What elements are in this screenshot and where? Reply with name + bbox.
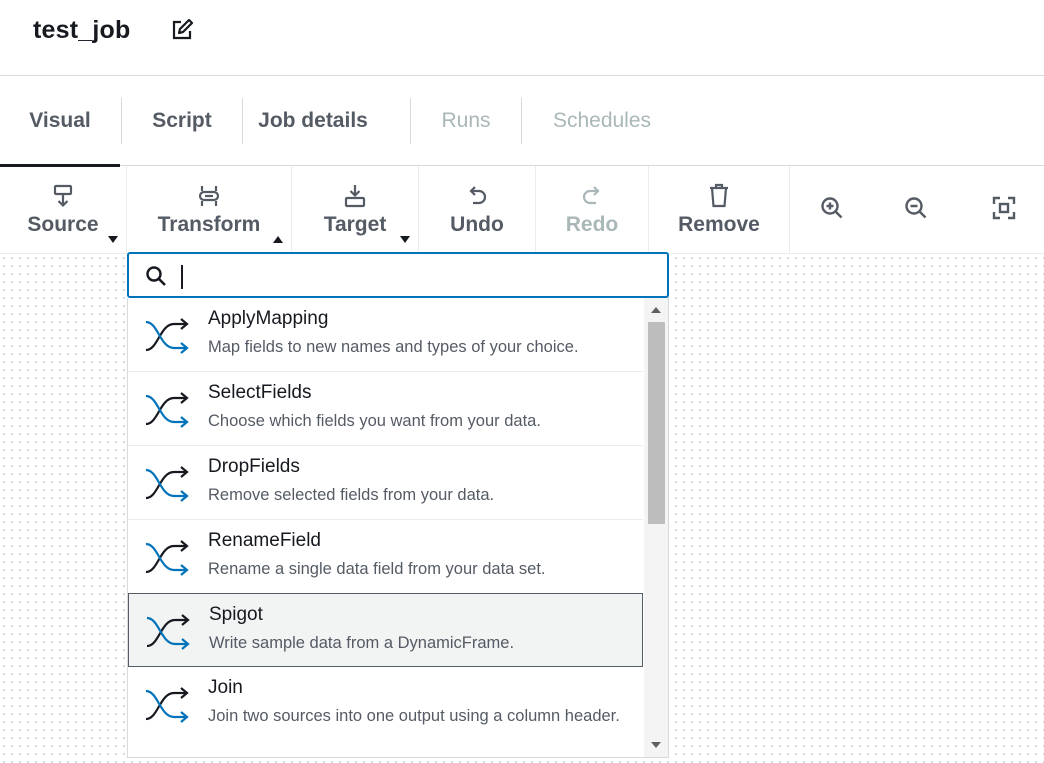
transform-label: Transform	[157, 213, 261, 236]
list-scrollbar[interactable]	[644, 298, 668, 757]
editor-toolbar: Source Transform Target Undo Redo Remove	[0, 166, 1044, 254]
target-button[interactable]: Target	[292, 166, 418, 254]
item-description: Join two sources into one output using a…	[208, 707, 620, 725]
redo-icon	[582, 186, 600, 205]
tab-script[interactable]: Script	[122, 76, 242, 166]
item-description: Map fields to new names and types of you…	[208, 338, 579, 356]
tab-runs-label: Runs	[441, 109, 491, 132]
transform-icon	[198, 186, 220, 206]
item-name: Spigot	[209, 604, 263, 625]
item-name: RenameField	[208, 530, 321, 551]
zoom-in-button[interactable]	[790, 166, 874, 254]
item-description: Rename a single data field from your dat…	[208, 560, 546, 578]
undo-icon	[469, 186, 487, 205]
transform-shuffle-icon	[145, 540, 189, 576]
tab-schedules[interactable]: Schedules	[522, 76, 682, 166]
source-label: Source	[27, 213, 99, 236]
scroll-up-icon[interactable]	[651, 307, 661, 313]
list-item-renamefield[interactable]: RenameField Rename a single data field f…	[128, 520, 643, 594]
remove-label: Remove	[678, 213, 760, 236]
text-cursor	[181, 265, 183, 289]
tab-runs[interactable]: Runs	[411, 76, 521, 166]
tab-script-label: Script	[152, 109, 212, 132]
undo-button[interactable]: Undo	[419, 166, 535, 254]
list-item-selectfields[interactable]: SelectFields Choose which fields you wan…	[128, 372, 643, 446]
transform-shuffle-icon	[145, 687, 189, 723]
redo-button[interactable]: Redo	[536, 166, 648, 254]
tab-job-details-label: Job details	[258, 109, 368, 132]
chevron-up-icon	[273, 236, 283, 243]
transform-shuffle-icon	[145, 392, 189, 428]
target-icon	[344, 185, 366, 208]
item-description: Choose which fields you want from your d…	[208, 412, 541, 430]
tab-visual[interactable]: Visual	[0, 76, 120, 167]
transform-button[interactable]: Transform	[127, 166, 291, 254]
scroll-down-icon[interactable]	[651, 742, 661, 748]
tab-bar: Visual Script Job details Runs Schedules	[0, 76, 1044, 167]
zoom-out-icon	[905, 197, 927, 219]
transform-shuffle-icon	[146, 614, 190, 650]
source-button[interactable]: Source	[0, 166, 126, 254]
scrollbar-thumb[interactable]	[648, 322, 665, 524]
fit-screen-icon	[992, 196, 1016, 220]
chevron-down-icon	[108, 236, 118, 243]
transform-search-input[interactable]	[179, 262, 649, 290]
tab-schedules-label: Schedules	[552, 109, 652, 132]
transform-shuffle-icon	[145, 318, 189, 354]
transform-list: ApplyMapping Map fields to new names and…	[127, 298, 669, 758]
list-item-applymapping[interactable]: ApplyMapping Map fields to new names and…	[128, 298, 643, 372]
zoom-out-button[interactable]	[874, 166, 958, 254]
remove-button[interactable]: Remove	[649, 166, 789, 254]
source-icon	[53, 184, 73, 208]
item-name: Join	[208, 677, 243, 698]
item-description: Remove selected fields from your data.	[208, 486, 495, 504]
undo-label: Undo	[450, 213, 504, 236]
item-name: DropFields	[208, 456, 300, 477]
transform-shuffle-icon	[145, 466, 189, 502]
tab-visual-label: Visual	[29, 109, 91, 132]
zoom-in-icon	[821, 197, 843, 219]
fit-screen-button[interactable]	[962, 166, 1044, 254]
job-title: test_job	[33, 16, 131, 44]
item-name: SelectFields	[208, 382, 312, 403]
item-description: Write sample data from a DynamicFrame.	[209, 634, 515, 652]
item-name: ApplyMapping	[208, 308, 329, 329]
trash-icon	[710, 183, 728, 208]
redo-label: Redo	[565, 213, 619, 236]
edit-icon[interactable]	[170, 18, 194, 42]
chevron-down-icon	[400, 236, 410, 243]
list-item-dropfields[interactable]: DropFields Remove selected fields from y…	[128, 446, 643, 520]
target-label: Target	[323, 213, 387, 236]
list-item-join[interactable]: Join Join two sources into one output us…	[128, 667, 643, 757]
job-header: test_job	[0, 0, 1044, 76]
tab-job-details[interactable]: Job details	[243, 76, 383, 166]
list-item-spigot[interactable]: Spigot Write sample data from a DynamicF…	[128, 593, 643, 667]
search-icon	[146, 266, 166, 286]
transform-search-box[interactable]	[127, 252, 669, 298]
